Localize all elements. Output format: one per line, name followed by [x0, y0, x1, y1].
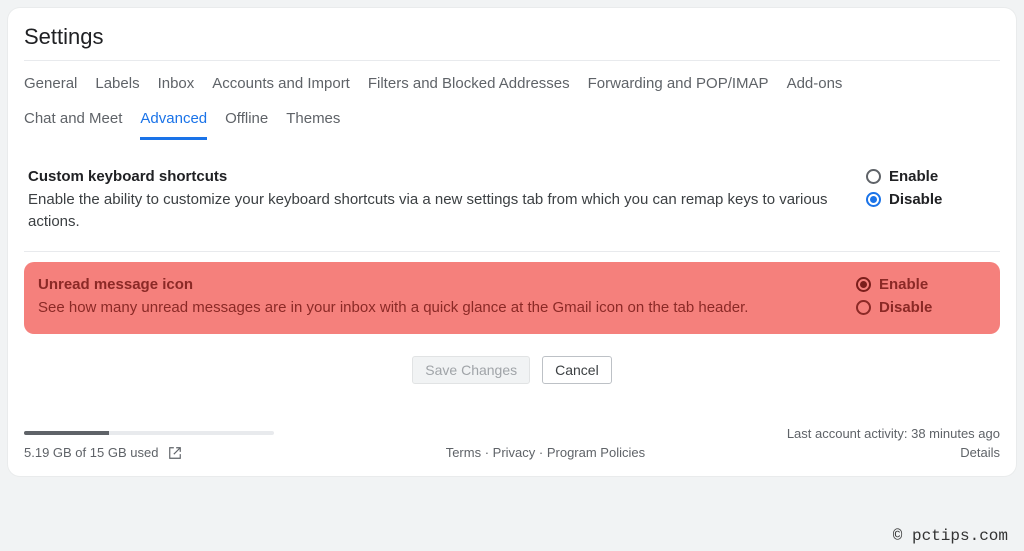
link-program-policies[interactable]: Program Policies — [547, 445, 645, 460]
tabs-row-1: General Labels Inbox Accounts and Import… — [24, 60, 1000, 102]
section-options: Enable Disable — [856, 276, 986, 316]
link-privacy[interactable]: Privacy — [493, 445, 536, 460]
section-custom-keyboard-shortcuts: Custom keyboard shortcuts Enable the abi… — [24, 154, 1000, 252]
tab-advanced[interactable]: Advanced — [140, 108, 207, 140]
radio-enable[interactable]: Enable — [866, 168, 986, 185]
storage-text: 5.19 GB of 15 GB used — [24, 445, 158, 460]
radio-label: Enable — [879, 276, 928, 293]
storage-block: 5.19 GB of 15 GB used — [24, 431, 304, 460]
separator: · — [535, 445, 547, 460]
radio-icon — [866, 169, 881, 184]
details-link[interactable]: Details — [787, 445, 1000, 460]
tabs-row-2: Chat and Meet Advanced Offline Themes — [24, 102, 1000, 140]
radio-icon — [856, 277, 871, 292]
page-title: Settings — [24, 18, 1000, 60]
radio-label: Disable — [889, 191, 942, 208]
tab-addons[interactable]: Add-ons — [787, 73, 843, 102]
tab-forwarding-pop-imap[interactable]: Forwarding and POP/IMAP — [588, 73, 769, 102]
section-description: See how many unread messages are in your… — [38, 297, 836, 319]
link-terms[interactable]: Terms — [446, 445, 481, 460]
section-description-block: Custom keyboard shortcuts Enable the abi… — [28, 168, 846, 233]
external-link-icon[interactable] — [168, 446, 182, 460]
save-button[interactable]: Save Changes — [412, 356, 530, 384]
tab-accounts-import[interactable]: Accounts and Import — [212, 73, 350, 102]
watermark: © pctips.com — [893, 527, 1008, 545]
storage-bar-fill — [24, 431, 109, 435]
radio-icon — [856, 300, 871, 315]
radio-icon — [866, 192, 881, 207]
separator: · — [481, 445, 493, 460]
radio-label: Enable — [889, 168, 938, 185]
section-description-block: Unread message icon See how many unread … — [38, 276, 836, 319]
tab-inbox[interactable]: Inbox — [158, 73, 195, 102]
tab-themes[interactable]: Themes — [286, 108, 340, 140]
footer: 5.19 GB of 15 GB used Terms · Privacy · … — [24, 426, 1000, 460]
section-title: Custom keyboard shortcuts — [28, 168, 846, 185]
section-title: Unread message icon — [38, 276, 836, 293]
tab-filters-blocked[interactable]: Filters and Blocked Addresses — [368, 73, 570, 102]
footer-right: Last account activity: 38 minutes ago De… — [787, 426, 1000, 460]
last-activity-text: Last account activity: 38 minutes ago — [787, 426, 1000, 441]
radio-label: Disable — [879, 299, 932, 316]
radio-disable[interactable]: Disable — [856, 299, 976, 316]
cancel-button[interactable]: Cancel — [542, 356, 612, 384]
section-unread-message-icon: Unread message icon See how many unread … — [24, 262, 1000, 335]
section-options: Enable Disable — [866, 168, 996, 208]
tab-offline[interactable]: Offline — [225, 108, 268, 140]
settings-panel: Settings General Labels Inbox Accounts a… — [8, 8, 1016, 476]
section-description: Enable the ability to customize your key… — [28, 189, 846, 233]
settings-sections: Custom keyboard shortcuts Enable the abi… — [24, 140, 1000, 334]
radio-enable[interactable]: Enable — [856, 276, 976, 293]
tab-labels[interactable]: Labels — [95, 73, 139, 102]
storage-bar — [24, 431, 274, 435]
tab-general[interactable]: General — [24, 73, 77, 102]
action-buttons: Save Changes Cancel — [24, 334, 1000, 394]
radio-disable[interactable]: Disable — [866, 191, 986, 208]
tab-chat-meet[interactable]: Chat and Meet — [24, 108, 122, 140]
footer-links: Terms · Privacy · Program Policies — [304, 445, 787, 460]
